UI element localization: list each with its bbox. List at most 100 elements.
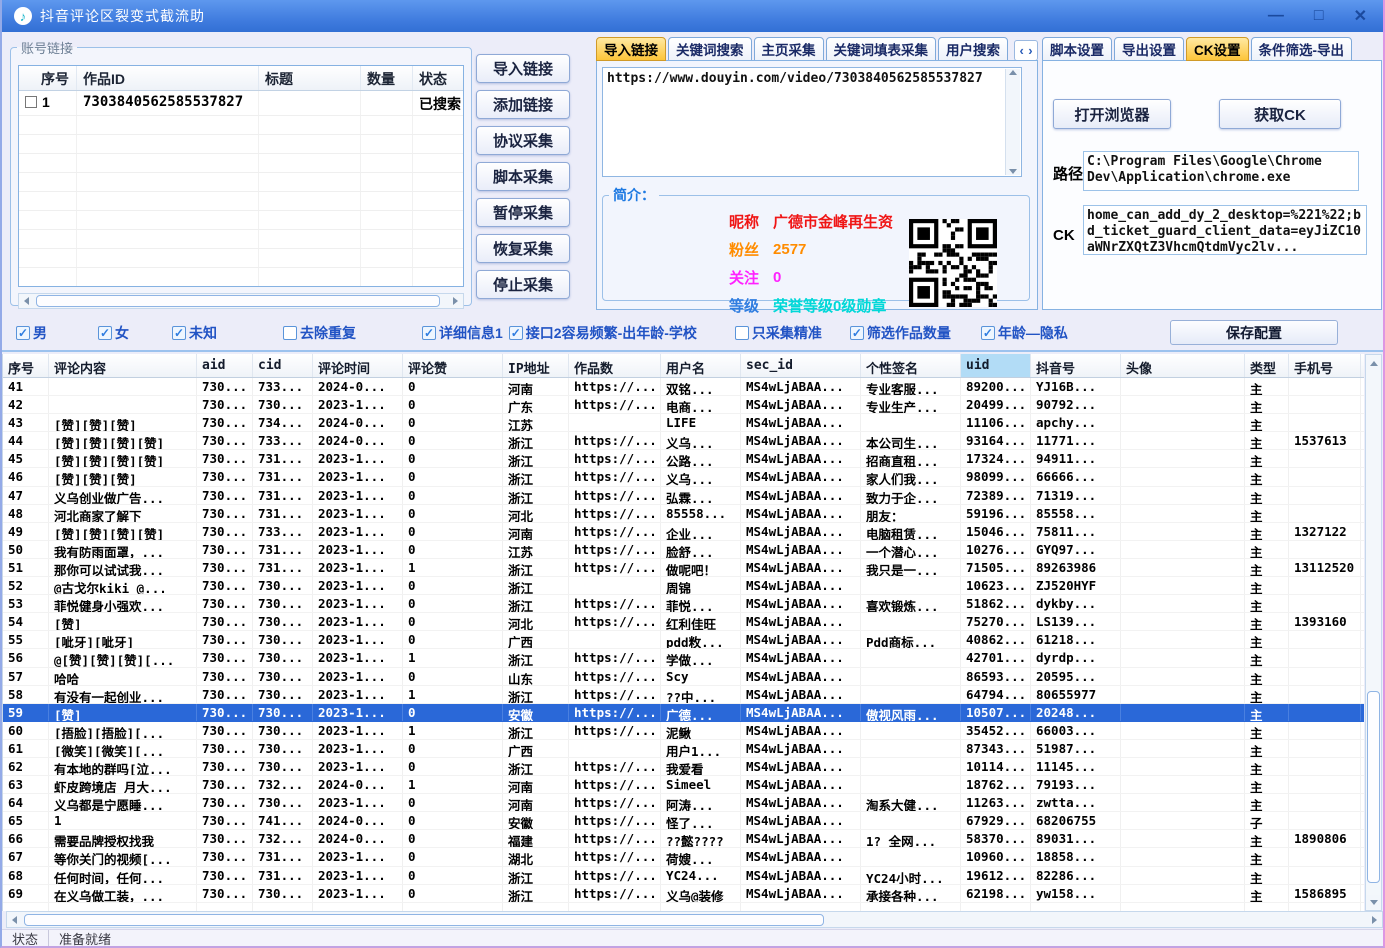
table-row[interactable]: 42730...730...2023-1...0广东https://...电商.… bbox=[3, 396, 1364, 414]
table-row[interactable]: 59[赞]730...730...2023-1...0安徽https://...… bbox=[3, 704, 1364, 722]
tab-link-3[interactable]: 关键词填表采集 bbox=[826, 37, 937, 61]
table-row[interactable]: 47义乌创业做广告...730...731...2023-1...0浙江http… bbox=[3, 487, 1364, 505]
tab-next-icon[interactable]: › bbox=[1028, 43, 1032, 58]
scrollbar-thumb[interactable] bbox=[1367, 691, 1380, 883]
scroll-right-icon[interactable] bbox=[1367, 913, 1382, 927]
get-ck-button[interactable]: 获取CK bbox=[1219, 99, 1341, 129]
checkbox-icon[interactable] bbox=[283, 326, 297, 340]
tab-link-4[interactable]: 用户搜索 bbox=[938, 37, 1008, 61]
scrollbar-thumb[interactable] bbox=[24, 914, 824, 926]
filter-checkbox[interactable]: ✓接口2容易频繁-出年龄-学校 bbox=[509, 323, 697, 343]
account-horizontal-scrollbar[interactable] bbox=[18, 293, 464, 309]
table-row[interactable]: 43[赞][赞][赞]730...734...2024-0...0江苏LIFEM… bbox=[3, 414, 1364, 432]
table-row[interactable]: 53菲悦健身小强欢...730...730...2023-1...0浙江http… bbox=[3, 595, 1364, 613]
collect-button[interactable]: 停止采集 bbox=[476, 270, 570, 299]
filter-checkbox[interactable]: ✓女 bbox=[98, 323, 129, 343]
column-header[interactable]: 评论时间 bbox=[313, 354, 403, 377]
column-header[interactable]: 标题 bbox=[259, 66, 361, 90]
collect-button[interactable]: 协议采集 bbox=[476, 126, 570, 155]
maximize-button[interactable]: □ bbox=[1314, 7, 1324, 25]
table-vertical-scrollbar[interactable] bbox=[1365, 354, 1382, 911]
filter-checkbox[interactable]: ✓男 bbox=[16, 323, 47, 343]
table-row[interactable]: 51那你可以试试我...730...731...2023-1...1浙江http… bbox=[3, 559, 1364, 577]
column-header[interactable]: 头像 bbox=[1121, 354, 1245, 377]
collect-button[interactable]: 导入链接 bbox=[476, 54, 570, 83]
checkbox-icon[interactable]: ✓ bbox=[172, 326, 186, 340]
table-row[interactable]: 48河北商家了解下730...731...2023-1...0河北https:/… bbox=[3, 505, 1364, 523]
filter-checkbox[interactable]: 去除重复 bbox=[283, 323, 356, 343]
minimize-button[interactable]: — bbox=[1268, 7, 1284, 25]
filter-checkbox[interactable]: ✓年龄—隐私 bbox=[981, 323, 1068, 343]
scroll-up-icon[interactable] bbox=[1009, 70, 1017, 75]
path-input[interactable]: C:\Program Files\Google\Chrome Dev\Appli… bbox=[1083, 151, 1359, 191]
ck-input[interactable]: home_can_add_dy_2_desktop=%221%22;bd_tic… bbox=[1083, 205, 1367, 255]
filter-checkbox[interactable]: ✓详细信息1 bbox=[422, 323, 503, 343]
tab-settings-2[interactable]: CK设置 bbox=[1186, 37, 1249, 61]
scroll-left-icon[interactable] bbox=[19, 294, 34, 308]
checkbox-icon[interactable] bbox=[735, 326, 749, 340]
column-header[interactable]: 个性签名 bbox=[861, 354, 961, 377]
tab-link-0[interactable]: 导入链接 bbox=[596, 37, 666, 61]
table-row[interactable]: 52@古戈尔kiki @...730...730...2023-1...0浙江周… bbox=[3, 577, 1364, 595]
table-row[interactable]: 61[微笑][微笑][...730...730...2023-1...0广西用户… bbox=[3, 740, 1364, 758]
filter-checkbox[interactable]: ✓筛选作品数量 bbox=[850, 323, 951, 343]
column-header[interactable]: cid bbox=[253, 354, 313, 377]
column-header[interactable]: 状态 bbox=[413, 66, 461, 90]
scroll-down-icon[interactable] bbox=[1009, 169, 1017, 174]
table-row[interactable]: 68任何时间，任何...730...731...2023-1...0浙江http… bbox=[3, 867, 1364, 885]
checkbox-icon[interactable]: ✓ bbox=[850, 326, 864, 340]
table-row[interactable]: 46[赞][赞][赞]730...731...2023-1...0浙江https… bbox=[3, 468, 1364, 486]
checkbox-icon[interactable]: ✓ bbox=[422, 326, 436, 340]
url-vertical-scrollbar[interactable] bbox=[1005, 69, 1020, 175]
collect-button[interactable]: 暂停采集 bbox=[476, 198, 570, 227]
save-config-button[interactable]: 保存配置 bbox=[1170, 320, 1338, 345]
row-checkbox[interactable] bbox=[25, 96, 37, 108]
collect-button[interactable]: 恢复采集 bbox=[476, 234, 570, 263]
table-row[interactable]: 58有没有一起创业...730...730...2023-1...1浙江http… bbox=[3, 686, 1364, 704]
url-input[interactable]: https://www.douyin.com/video/73038405625… bbox=[602, 67, 1022, 177]
column-header[interactable]: 类型 bbox=[1245, 354, 1289, 377]
scrollbar-thumb[interactable] bbox=[36, 295, 440, 307]
table-row[interactable]: 67等你关门的视频[...730...731...2023-1...0湖北htt… bbox=[3, 848, 1364, 866]
tab-link-1[interactable]: 关键词搜索 bbox=[668, 37, 752, 61]
column-header[interactable]: 抖音号 bbox=[1031, 354, 1121, 377]
collect-button[interactable]: 添加链接 bbox=[476, 90, 570, 119]
column-header[interactable]: 手机号 bbox=[1289, 354, 1361, 377]
table-row[interactable]: 64义乌都是宁愿睡...730...730...2023-1...0河南http… bbox=[3, 794, 1364, 812]
table-row[interactable]: 44[赞][赞][赞][赞]730...733...2024-0...0浙江ht… bbox=[3, 432, 1364, 450]
column-header[interactable]: 评论赞 bbox=[403, 354, 503, 377]
checkbox-icon[interactable]: ✓ bbox=[509, 326, 523, 340]
scroll-up-icon[interactable] bbox=[1366, 356, 1381, 370]
column-header[interactable]: aid bbox=[197, 354, 253, 377]
table-row[interactable]: 56@[赞][赞][赞][...730...730...2023-1...1浙江… bbox=[3, 649, 1364, 667]
filter-checkbox[interactable]: ✓未知 bbox=[172, 323, 217, 343]
table-row[interactable]: 41730...733...2024-0...0河南https://...双铭.… bbox=[3, 378, 1364, 396]
table-row[interactable]: 49[赞][赞][赞][赞]730...733...2023-1...0河南ht… bbox=[3, 523, 1364, 541]
table-row[interactable]: 60[捂脸][捂脸][...730...730...2023-1...1浙江ht… bbox=[3, 722, 1364, 740]
table-row[interactable]: 1 7303840562585537827 已搜索 bbox=[19, 91, 463, 116]
close-button[interactable]: ✕ bbox=[1354, 6, 1367, 26]
column-header[interactable]: 数量 bbox=[361, 66, 413, 90]
scroll-right-icon[interactable] bbox=[448, 294, 463, 308]
table-row[interactable]: 651730...741...2024-0...0安徽https://...怪了… bbox=[3, 812, 1364, 830]
column-header[interactable]: 序号 bbox=[19, 66, 77, 90]
column-header[interactable]: 作品数 bbox=[569, 354, 661, 377]
scroll-left-icon[interactable] bbox=[7, 913, 22, 927]
open-browser-button[interactable]: 打开浏览器 bbox=[1053, 99, 1171, 129]
column-header[interactable]: 评论内容 bbox=[49, 354, 197, 377]
table-row[interactable]: 57哈哈730...730...2023-1...0山东https://...S… bbox=[3, 668, 1364, 686]
collect-button[interactable]: 脚本采集 bbox=[476, 162, 570, 191]
column-header[interactable]: sec_id bbox=[741, 354, 861, 377]
tab-settings-3[interactable]: 条件筛选-导出 bbox=[1251, 37, 1353, 61]
tab-settings-1[interactable]: 导出设置 bbox=[1114, 37, 1184, 61]
table-row[interactable]: 63虾皮跨境店 月大...730...732...2024-0...1河南htt… bbox=[3, 776, 1364, 794]
table-horizontal-scrollbar[interactable] bbox=[6, 911, 1383, 928]
filter-checkbox[interactable]: 只采集精准 bbox=[735, 323, 822, 343]
table-row[interactable]: 45[赞][赞][赞][赞]730...731...2023-1...0浙江ht… bbox=[3, 450, 1364, 468]
tab-link-2[interactable]: 主页采集 bbox=[754, 37, 824, 61]
scroll-down-icon[interactable] bbox=[1366, 895, 1381, 909]
table-row[interactable]: 66需要品牌授权找我730...732...2024-0...0福建https:… bbox=[3, 830, 1364, 848]
checkbox-icon[interactable]: ✓ bbox=[16, 326, 30, 340]
column-header[interactable]: 用户名 bbox=[661, 354, 741, 377]
table-row[interactable]: 69在义乌做工装，...730...730...2023-1...0浙江http… bbox=[3, 885, 1364, 903]
